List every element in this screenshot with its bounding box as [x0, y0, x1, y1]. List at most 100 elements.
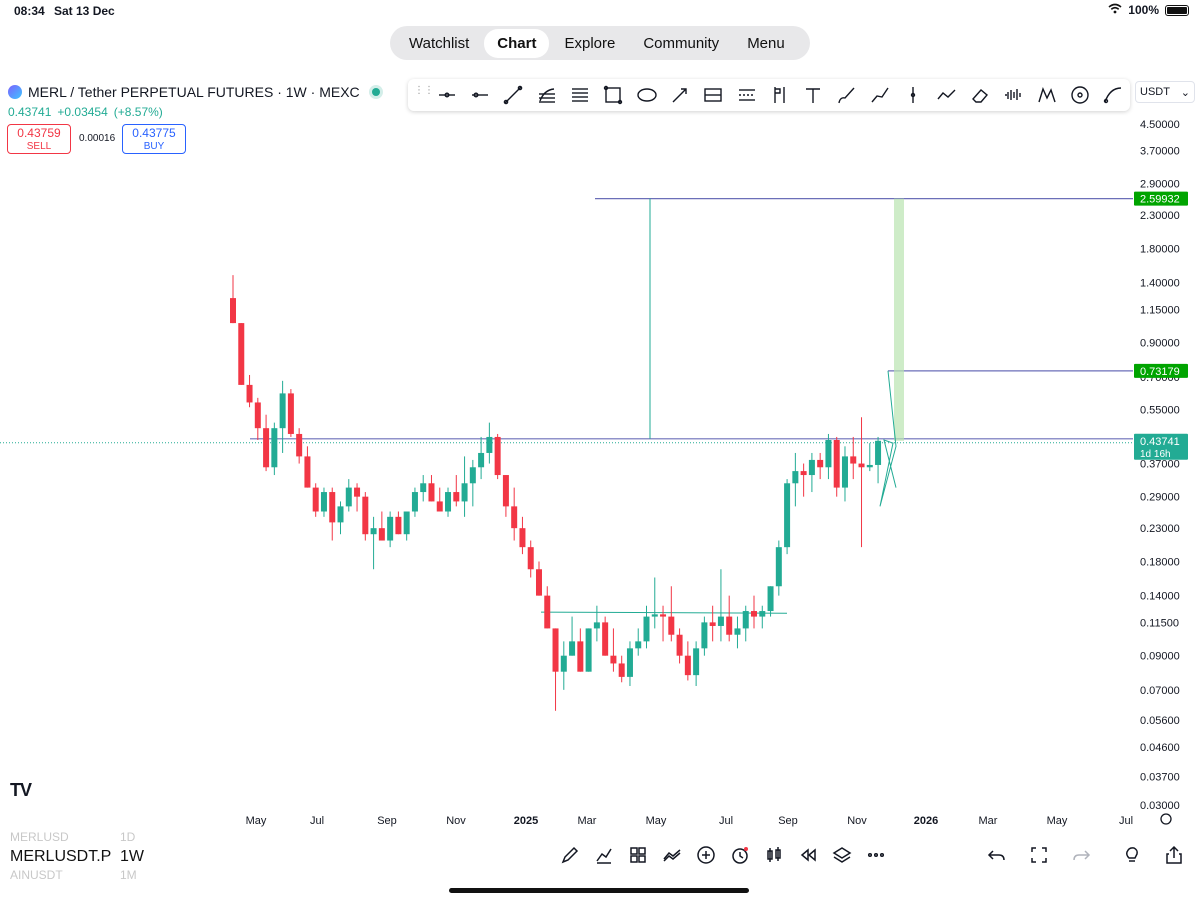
replay-icon[interactable] — [793, 840, 823, 870]
candle-body — [676, 634, 683, 656]
layouts-icon[interactable] — [623, 840, 653, 870]
candle-body — [858, 463, 865, 468]
nav-watchlist[interactable]: Watchlist — [396, 29, 482, 58]
market-open-icon — [371, 88, 380, 96]
candles-icon[interactable] — [759, 840, 789, 870]
x-tick-label: Nov — [446, 815, 466, 827]
candle-body — [469, 467, 476, 484]
share-icon[interactable] — [1159, 840, 1189, 870]
gann-box-icon[interactable] — [697, 81, 730, 109]
y-tick-label: 0.03000 — [1140, 800, 1180, 812]
y-tick-label: 0.18000 — [1140, 556, 1180, 568]
candle-body — [329, 492, 336, 523]
y-tick-label: 0.07000 — [1140, 685, 1180, 697]
more-icon[interactable] — [861, 840, 891, 870]
long-short-position-icon[interactable] — [763, 81, 796, 109]
symbol-picker[interactable]: MERLUSD MERLUSDT.P AINUSDT — [10, 828, 111, 885]
horizontal-line-icon[interactable] — [463, 81, 496, 109]
redo-icon[interactable] — [1066, 840, 1096, 870]
symbol-option[interactable]: AINUSDT — [10, 866, 111, 885]
candle-body — [535, 569, 542, 596]
forecast-icon[interactable] — [997, 81, 1030, 109]
interval-option[interactable]: 1M — [120, 866, 144, 885]
price-chart[interactable]: 4.50000 3.70000 2.90000 2.30000 1.80000 1.400… — [0, 112, 1199, 828]
candle-body — [875, 440, 882, 465]
candle-body — [734, 628, 741, 635]
price-label: 2.59932 — [1140, 194, 1180, 206]
ellipse-icon[interactable] — [630, 81, 663, 109]
nav-explore[interactable]: Explore — [551, 29, 628, 58]
circle-target-icon[interactable] — [1063, 81, 1096, 109]
candle-body — [693, 648, 700, 676]
x-tick-label: Mar — [979, 815, 998, 827]
x-tick-label: 2025 — [514, 815, 538, 827]
lightbulb-icon[interactable] — [1117, 840, 1147, 870]
currency-label: USDT — [1140, 86, 1170, 98]
candle-body — [808, 459, 815, 476]
candle-body — [345, 487, 352, 507]
candle-body — [850, 456, 857, 464]
arrow-icon[interactable] — [663, 81, 696, 109]
curve-icon[interactable] — [1097, 81, 1130, 109]
pattern-icon[interactable] — [930, 81, 963, 109]
drawing-toolbar: ⋮⋮ — [408, 79, 1130, 111]
y-tick-label: 0.11500 — [1140, 617, 1179, 629]
path-icon[interactable] — [863, 81, 896, 109]
axis-settings-icon[interactable] — [1160, 813, 1172, 825]
indicators-icon[interactable] — [589, 840, 619, 870]
fib-levels-icon[interactable] — [730, 81, 763, 109]
symbol-header[interactable]: MERL / Tether PERPETUAL FUTURES · 1W · M… — [8, 84, 380, 100]
drag-handle-icon[interactable]: ⋮⋮ — [414, 86, 434, 103]
y-tick-label: 0.14000 — [1140, 591, 1180, 603]
eraser-icon[interactable] — [963, 81, 996, 109]
fullscreen-icon[interactable] — [1024, 840, 1054, 870]
candle-body — [585, 628, 592, 672]
candle-body — [271, 428, 278, 468]
currency-selector[interactable]: USDT ⌄ — [1135, 81, 1195, 103]
candle-body — [610, 655, 617, 664]
home-indicator[interactable] — [449, 888, 749, 893]
y-tick-label: 1.15000 — [1140, 304, 1180, 316]
symbol-current[interactable]: MERLUSDT.P — [10, 847, 111, 866]
x-tick-label: Jul — [310, 815, 324, 827]
candle-body — [775, 547, 782, 587]
y-tick-label: 1.80000 — [1140, 244, 1180, 256]
alert-icon[interactable] — [725, 840, 755, 870]
interval-current[interactable]: 1W — [120, 847, 144, 866]
xabcd-icon[interactable] — [1030, 81, 1063, 109]
nav-menu[interactable]: Menu — [734, 29, 798, 58]
candle-body — [354, 487, 361, 497]
rectangle-icon[interactable] — [597, 81, 630, 109]
main-nav: Watchlist Chart Explore Community Menu — [390, 26, 810, 60]
fib-retracement-icon[interactable] — [530, 81, 563, 109]
candle-body — [461, 483, 468, 502]
symbol-option[interactable]: MERLUSD — [10, 828, 111, 847]
candle-body — [684, 655, 691, 676]
nav-chart[interactable]: Chart — [484, 28, 550, 58]
vertical-line-icon[interactable] — [897, 81, 930, 109]
trend-line-icon[interactable] — [497, 81, 530, 109]
status-time: 08:34 — [14, 4, 45, 18]
y-tick-label: 0.03700 — [1140, 771, 1180, 783]
text-icon[interactable] — [797, 81, 830, 109]
interval-option[interactable]: 1D — [120, 828, 144, 847]
candle-body — [618, 663, 625, 677]
nav-community[interactable]: Community — [630, 29, 732, 58]
candle-body — [767, 586, 774, 612]
compare-icon[interactable] — [657, 840, 687, 870]
brush-icon[interactable] — [555, 840, 585, 870]
brush-icon[interactable] — [830, 81, 863, 109]
candle-body — [833, 440, 840, 488]
candle-body — [817, 459, 824, 468]
candle-body — [378, 528, 385, 541]
undo-icon[interactable] — [982, 840, 1012, 870]
add-icon[interactable] — [691, 840, 721, 870]
candle-body — [502, 475, 509, 507]
layers-icon[interactable] — [827, 840, 857, 870]
parallel-channel-icon[interactable] — [563, 81, 596, 109]
price-label: 0.43741 — [1140, 436, 1180, 448]
y-tick-label: 2.90000 — [1140, 179, 1180, 191]
interval-picker[interactable]: 1D 1W 1M — [120, 828, 144, 885]
y-tick-label: 0.55000 — [1140, 405, 1180, 417]
horizontal-ray-icon[interactable] — [430, 81, 463, 109]
